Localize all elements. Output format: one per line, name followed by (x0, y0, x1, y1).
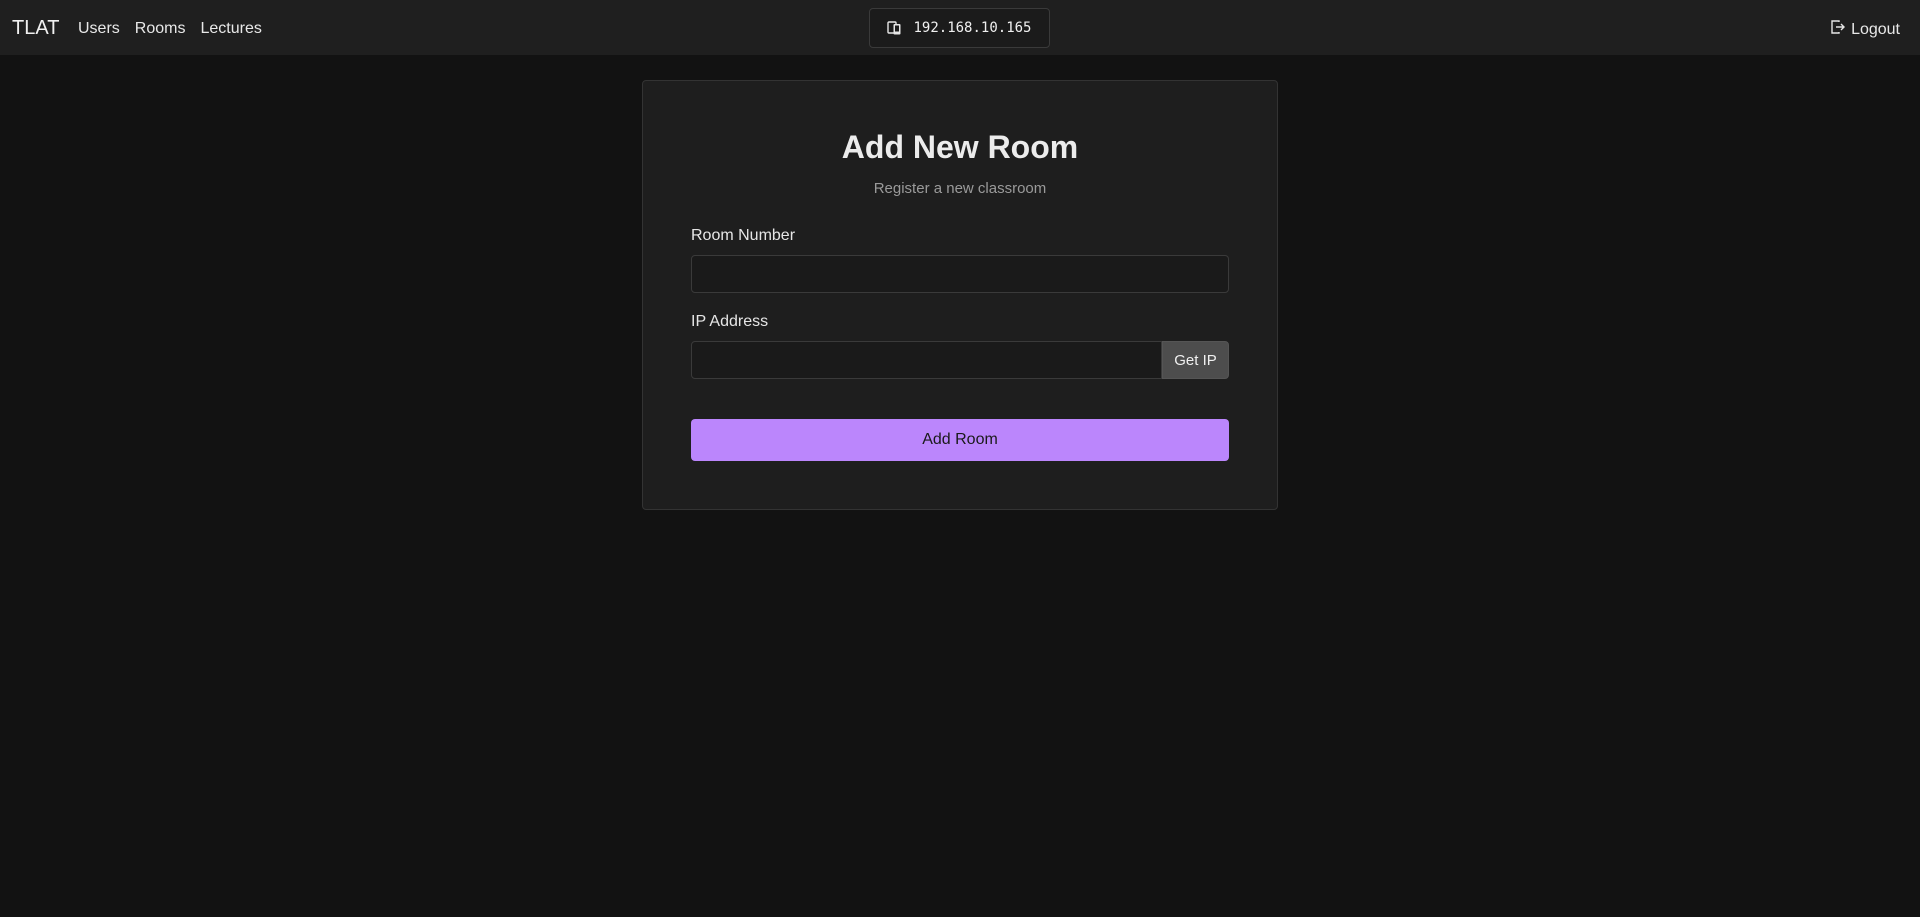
logout-icon (1830, 19, 1846, 40)
logout-button[interactable]: Logout (1830, 19, 1900, 40)
room-number-input[interactable] (691, 255, 1229, 293)
top-navbar: TLAT Users Rooms Lectures 192.168.10.165… (0, 0, 1920, 55)
nav-link-users[interactable]: Users (78, 19, 120, 38)
page-subtitle: Register a new classroom (873, 180, 1047, 197)
nav-links: Users Rooms Lectures (78, 19, 262, 38)
add-room-card: Add New Room Register a new classroom Ro… (642, 80, 1278, 510)
get-ip-button[interactable]: Get IP (1162, 341, 1229, 379)
ip-address-text: 192.168.10.165 (913, 20, 1032, 36)
nav-link-lectures[interactable]: Lectures (200, 19, 261, 38)
room-number-label: Room Number (691, 227, 796, 244)
page-title: Add New Room (841, 129, 1079, 165)
add-room-button[interactable]: Add Room (691, 419, 1229, 461)
device-icon (887, 20, 903, 36)
nav-link-rooms[interactable]: Rooms (135, 19, 186, 38)
logout-label: Logout (1851, 20, 1900, 38)
ip-address-display: 192.168.10.165 (869, 8, 1050, 48)
ip-address-label: IP Address (691, 313, 769, 330)
ip-address-input[interactable] (691, 341, 1162, 379)
brand-logo[interactable]: TLAT (12, 17, 59, 39)
